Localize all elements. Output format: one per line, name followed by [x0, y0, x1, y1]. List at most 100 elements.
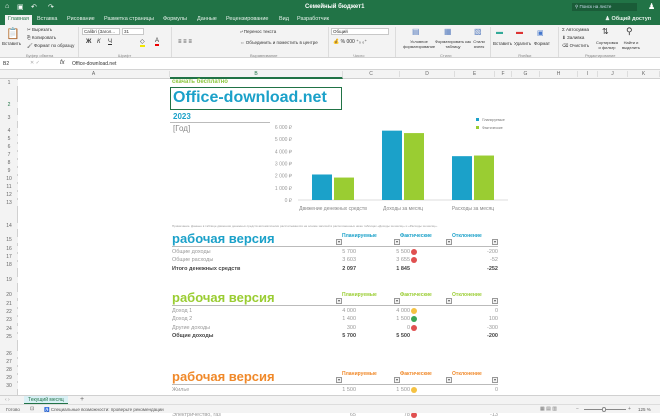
column-header-C[interactable]: C	[343, 71, 400, 77]
paste-button[interactable]: Вставить	[2, 41, 21, 46]
format-cells-button[interactable]: Формат	[534, 41, 550, 46]
format-cells-icon[interactable]: ▣	[537, 29, 544, 37]
function-icon[interactable]: fx	[60, 60, 65, 66]
row-header-18[interactable]: 18	[0, 262, 18, 268]
user-icon[interactable]: ♟	[648, 2, 655, 11]
row-header-30[interactable]: 30	[0, 383, 18, 389]
column-header-A[interactable]: A	[18, 71, 170, 77]
sheet-nav-arrows[interactable]: ‹ ›	[5, 397, 10, 403]
column-header-I[interactable]: I	[578, 71, 598, 77]
filter-dropdown-icon[interactable]: ▾	[394, 377, 400, 383]
row-header-17[interactable]: 17	[0, 254, 18, 260]
format-table-button[interactable]: Форматировать как таблицу	[435, 39, 471, 49]
cell-styles-icon[interactable]: ▧	[474, 27, 482, 36]
filter-dropdown-icon[interactable]: ▾	[394, 239, 400, 245]
currency-icon[interactable]: 💰 % 000 ⁺₀ ₀⁺	[333, 39, 367, 45]
filter-dropdown-icon[interactable]: ▾	[446, 239, 452, 245]
redo-icon[interactable]: ↷	[48, 3, 54, 11]
delete-cells-icon[interactable]: ▬	[516, 29, 523, 36]
italic-button[interactable]: К	[97, 39, 101, 45]
font-name-select[interactable]: Calibri (Загол...	[82, 28, 120, 35]
row-header-21[interactable]: 21	[0, 301, 18, 307]
row-header-11[interactable]: 11	[0, 184, 18, 190]
filter-dropdown-icon[interactable]: ▾	[394, 298, 400, 304]
zoom-out-button[interactable]: −	[576, 406, 579, 412]
tab-formulas[interactable]: Формулы	[163, 16, 187, 22]
column-header-G[interactable]: G	[512, 71, 540, 77]
filter-dropdown-icon[interactable]: ▾	[336, 239, 342, 245]
wrap-text-button[interactable]: ⤶ Перенос текста	[240, 29, 276, 34]
number-format-select[interactable]: Общий	[331, 28, 389, 35]
tab-insert[interactable]: Вставка	[37, 16, 57, 22]
filter-dropdown-icon[interactable]: ▾	[336, 298, 342, 304]
filter-dropdown-icon[interactable]: ▾	[446, 298, 452, 304]
row-header-6[interactable]: 6	[0, 144, 18, 150]
filter-dropdown-icon[interactable]: ▾	[492, 377, 498, 383]
filter-dropdown-icon[interactable]: ▾	[446, 377, 452, 383]
sort-filter-button[interactable]: Сортировка и фильтр	[596, 40, 618, 50]
row-header-5[interactable]: 5	[0, 136, 18, 142]
zoom-in-button[interactable]: +	[628, 406, 631, 412]
row-header-29[interactable]: 29	[0, 375, 18, 381]
row-header-15[interactable]: 15	[0, 237, 18, 243]
merge-center-button[interactable]: ⇔ Объединить и поместить в центре	[240, 40, 318, 45]
row-header-10[interactable]: 10	[0, 176, 18, 182]
row-header-13[interactable]: 13	[0, 200, 18, 206]
autosum-button[interactable]: Σ Автосумма	[562, 27, 589, 32]
column-header-F[interactable]: F	[495, 71, 512, 77]
worksheet[interactable]: скачать бесплатно Office-download.net 20…	[18, 79, 660, 418]
row-header-8[interactable]: 8	[0, 160, 18, 166]
row-header-28[interactable]: 28	[0, 367, 18, 373]
tab-developer[interactable]: Разработчик	[297, 16, 329, 22]
cell-styles-button[interactable]: Стили ячеек	[470, 39, 488, 49]
row-header-27[interactable]: 27	[0, 359, 18, 365]
row-header-2[interactable]: 2	[0, 102, 18, 108]
sort-filter-icon[interactable]: ⇅	[602, 27, 609, 36]
font-color-button[interactable]: A	[155, 38, 160, 46]
find-icon[interactable]: ⚲	[626, 26, 633, 37]
align-left-icon[interactable]: ≡ ≡ ≡	[178, 39, 192, 45]
row-header-24[interactable]: 24	[0, 326, 18, 332]
row-header-14[interactable]: 14	[0, 223, 18, 229]
bold-button[interactable]: Ж	[86, 39, 91, 45]
tab-data[interactable]: Данные	[197, 16, 217, 22]
tab-page-layout[interactable]: Разметка страницы	[104, 16, 154, 22]
column-header-J[interactable]: J	[598, 71, 628, 77]
paste-icon[interactable]: 📋	[6, 27, 20, 40]
filter-dropdown-icon[interactable]: ▾	[492, 298, 498, 304]
macro-icon[interactable]: ⊡	[30, 406, 34, 412]
add-sheet-icon[interactable]: +	[80, 396, 84, 403]
undo-icon[interactable]: ↶	[31, 3, 37, 11]
search-input[interactable]: ⚲ Поиск на листе	[572, 3, 637, 11]
tab-review[interactable]: Рецензирование	[226, 16, 268, 22]
copy-button[interactable]: ⎘ Копировать	[27, 35, 56, 40]
accessibility-status[interactable]: ♿ Специальные возможности: проверьте рек…	[44, 407, 164, 413]
filter-dropdown-icon[interactable]: ▾	[336, 377, 342, 383]
zoom-slider-thumb[interactable]	[602, 407, 606, 412]
download-link[interactable]: скачать бесплатно	[172, 79, 228, 85]
name-box[interactable]: B2	[3, 61, 9, 67]
clear-button[interactable]: ⌫ Очистить	[562, 43, 589, 49]
row-header-3[interactable]: 3	[0, 115, 18, 121]
row-header-4[interactable]: 4	[0, 128, 18, 134]
font-size-select[interactable]: 31	[122, 28, 144, 35]
format-painter-button[interactable]: 🖌 Формат по образцу	[27, 43, 74, 49]
row-header-9[interactable]: 9	[0, 168, 18, 174]
cashflow-chart[interactable]: 0 ₽ 1 000 ₽ 2 000 ₽ 3 000 ₽ 4 000 ₽ 5 000 ₽ 6 …	[258, 114, 518, 219]
insert-cells-icon[interactable]: ▬	[496, 29, 503, 36]
column-header-K[interactable]: K	[628, 71, 660, 77]
view-normal-icon[interactable]: ▦ ▤ ▥	[540, 406, 557, 412]
row-header-26[interactable]: 26	[0, 351, 18, 357]
save-icon[interactable]: ▣	[17, 3, 24, 11]
row-header-20[interactable]: 20	[0, 292, 18, 298]
tab-view[interactable]: Вид	[279, 16, 289, 22]
underline-button[interactable]: Ч	[108, 39, 112, 45]
row-header-1[interactable]: 1	[0, 80, 18, 86]
fill-color-button[interactable]: ◇	[140, 38, 145, 47]
cut-button[interactable]: ✂ Вырезать	[27, 27, 52, 33]
delete-cells-button[interactable]: Удалить	[514, 41, 531, 46]
find-select-button[interactable]: Найти и выделить	[620, 40, 642, 50]
row-header-12[interactable]: 12	[0, 192, 18, 198]
filter-dropdown-icon[interactable]: ▾	[492, 239, 498, 245]
fill-button[interactable]: ⬇ Заливка	[562, 35, 584, 41]
